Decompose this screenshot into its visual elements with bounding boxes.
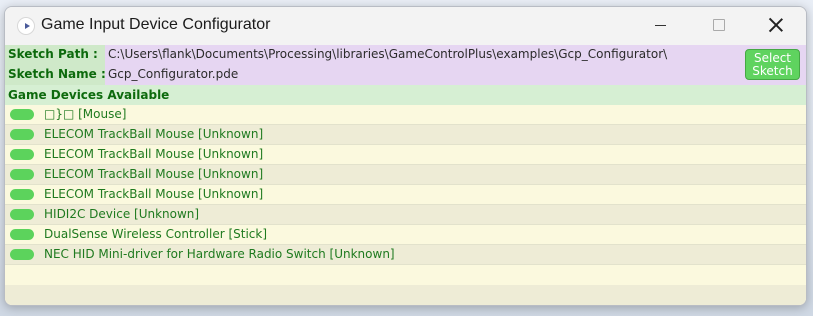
device-list: □}□ [Mouse] ELECOM TrackBall Mouse [Unkn… <box>5 105 806 265</box>
select-sketch-label-line2: Sketch <box>752 64 793 78</box>
sketch-path-label: Sketch Path : <box>8 47 98 61</box>
device-row[interactable]: HIDI2C Device [Unknown] <box>5 205 806 225</box>
close-icon <box>769 18 783 32</box>
device-row[interactable]: ELECOM TrackBall Mouse [Unknown] <box>5 125 806 145</box>
device-name: DualSense Wireless Controller [Stick] <box>44 227 268 241</box>
device-row[interactable]: □}□ [Mouse] <box>5 105 806 125</box>
device-toggle[interactable] <box>10 249 34 260</box>
empty-row <box>5 265 806 285</box>
minimize-icon <box>655 25 666 26</box>
select-sketch-button[interactable]: Select Sketch <box>745 49 800 80</box>
maximize-button[interactable] <box>689 7 747 43</box>
empty-rows <box>5 265 806 305</box>
device-toggle[interactable] <box>10 149 34 160</box>
device-name: ELECOM TrackBall Mouse [Unknown] <box>44 167 264 181</box>
device-name: ELECOM TrackBall Mouse [Unknown] <box>44 127 264 141</box>
device-row[interactable]: NEC HID Mini-driver for Hardware Radio S… <box>5 245 806 265</box>
sketch-path-value: C:\Users\flank\Documents\Processing\libr… <box>108 47 668 61</box>
device-toggle[interactable] <box>10 229 34 240</box>
device-name: ELECOM TrackBall Mouse [Unknown] <box>44 187 264 201</box>
window-title: Game Input Device Configurator <box>41 16 271 33</box>
device-row[interactable]: DualSense Wireless Controller [Stick] <box>5 225 806 245</box>
device-row[interactable]: ELECOM TrackBall Mouse [Unknown] <box>5 145 806 165</box>
sketch-name-value: Gcp_Configurator.pde <box>108 67 239 81</box>
device-row[interactable]: ELECOM TrackBall Mouse [Unknown] <box>5 165 806 185</box>
title-bar[interactable]: Game Input Device Configurator <box>5 7 806 45</box>
device-row[interactable]: ELECOM TrackBall Mouse [Unknown] <box>5 185 806 205</box>
device-toggle[interactable] <box>10 129 34 140</box>
device-name: HIDI2C Device [Unknown] <box>44 207 200 221</box>
device-name: □}□ [Mouse] <box>44 107 127 121</box>
empty-row <box>5 285 806 305</box>
maximize-icon <box>713 19 725 31</box>
configurator-content: Sketch Path : Sketch Name : C:\Users\fla… <box>5 45 806 305</box>
device-toggle[interactable] <box>10 189 34 200</box>
device-toggle[interactable] <box>10 109 34 120</box>
devices-header: Game Devices Available <box>5 85 806 105</box>
sketch-panel: Sketch Path : Sketch Name : C:\Users\fla… <box>5 45 806 85</box>
device-toggle[interactable] <box>10 169 34 180</box>
minimize-button[interactable] <box>631 7 689 43</box>
device-name: ELECOM TrackBall Mouse [Unknown] <box>44 147 264 161</box>
device-toggle[interactable] <box>10 209 34 220</box>
processing-app-icon <box>17 17 35 35</box>
close-button[interactable] <box>747 7 805 43</box>
device-name: NEC HID Mini-driver for Hardware Radio S… <box>44 247 395 261</box>
sketch-name-label: Sketch Name : <box>8 67 106 81</box>
configurator-window: Game Input Device Configurator Sketch Pa… <box>4 6 807 306</box>
